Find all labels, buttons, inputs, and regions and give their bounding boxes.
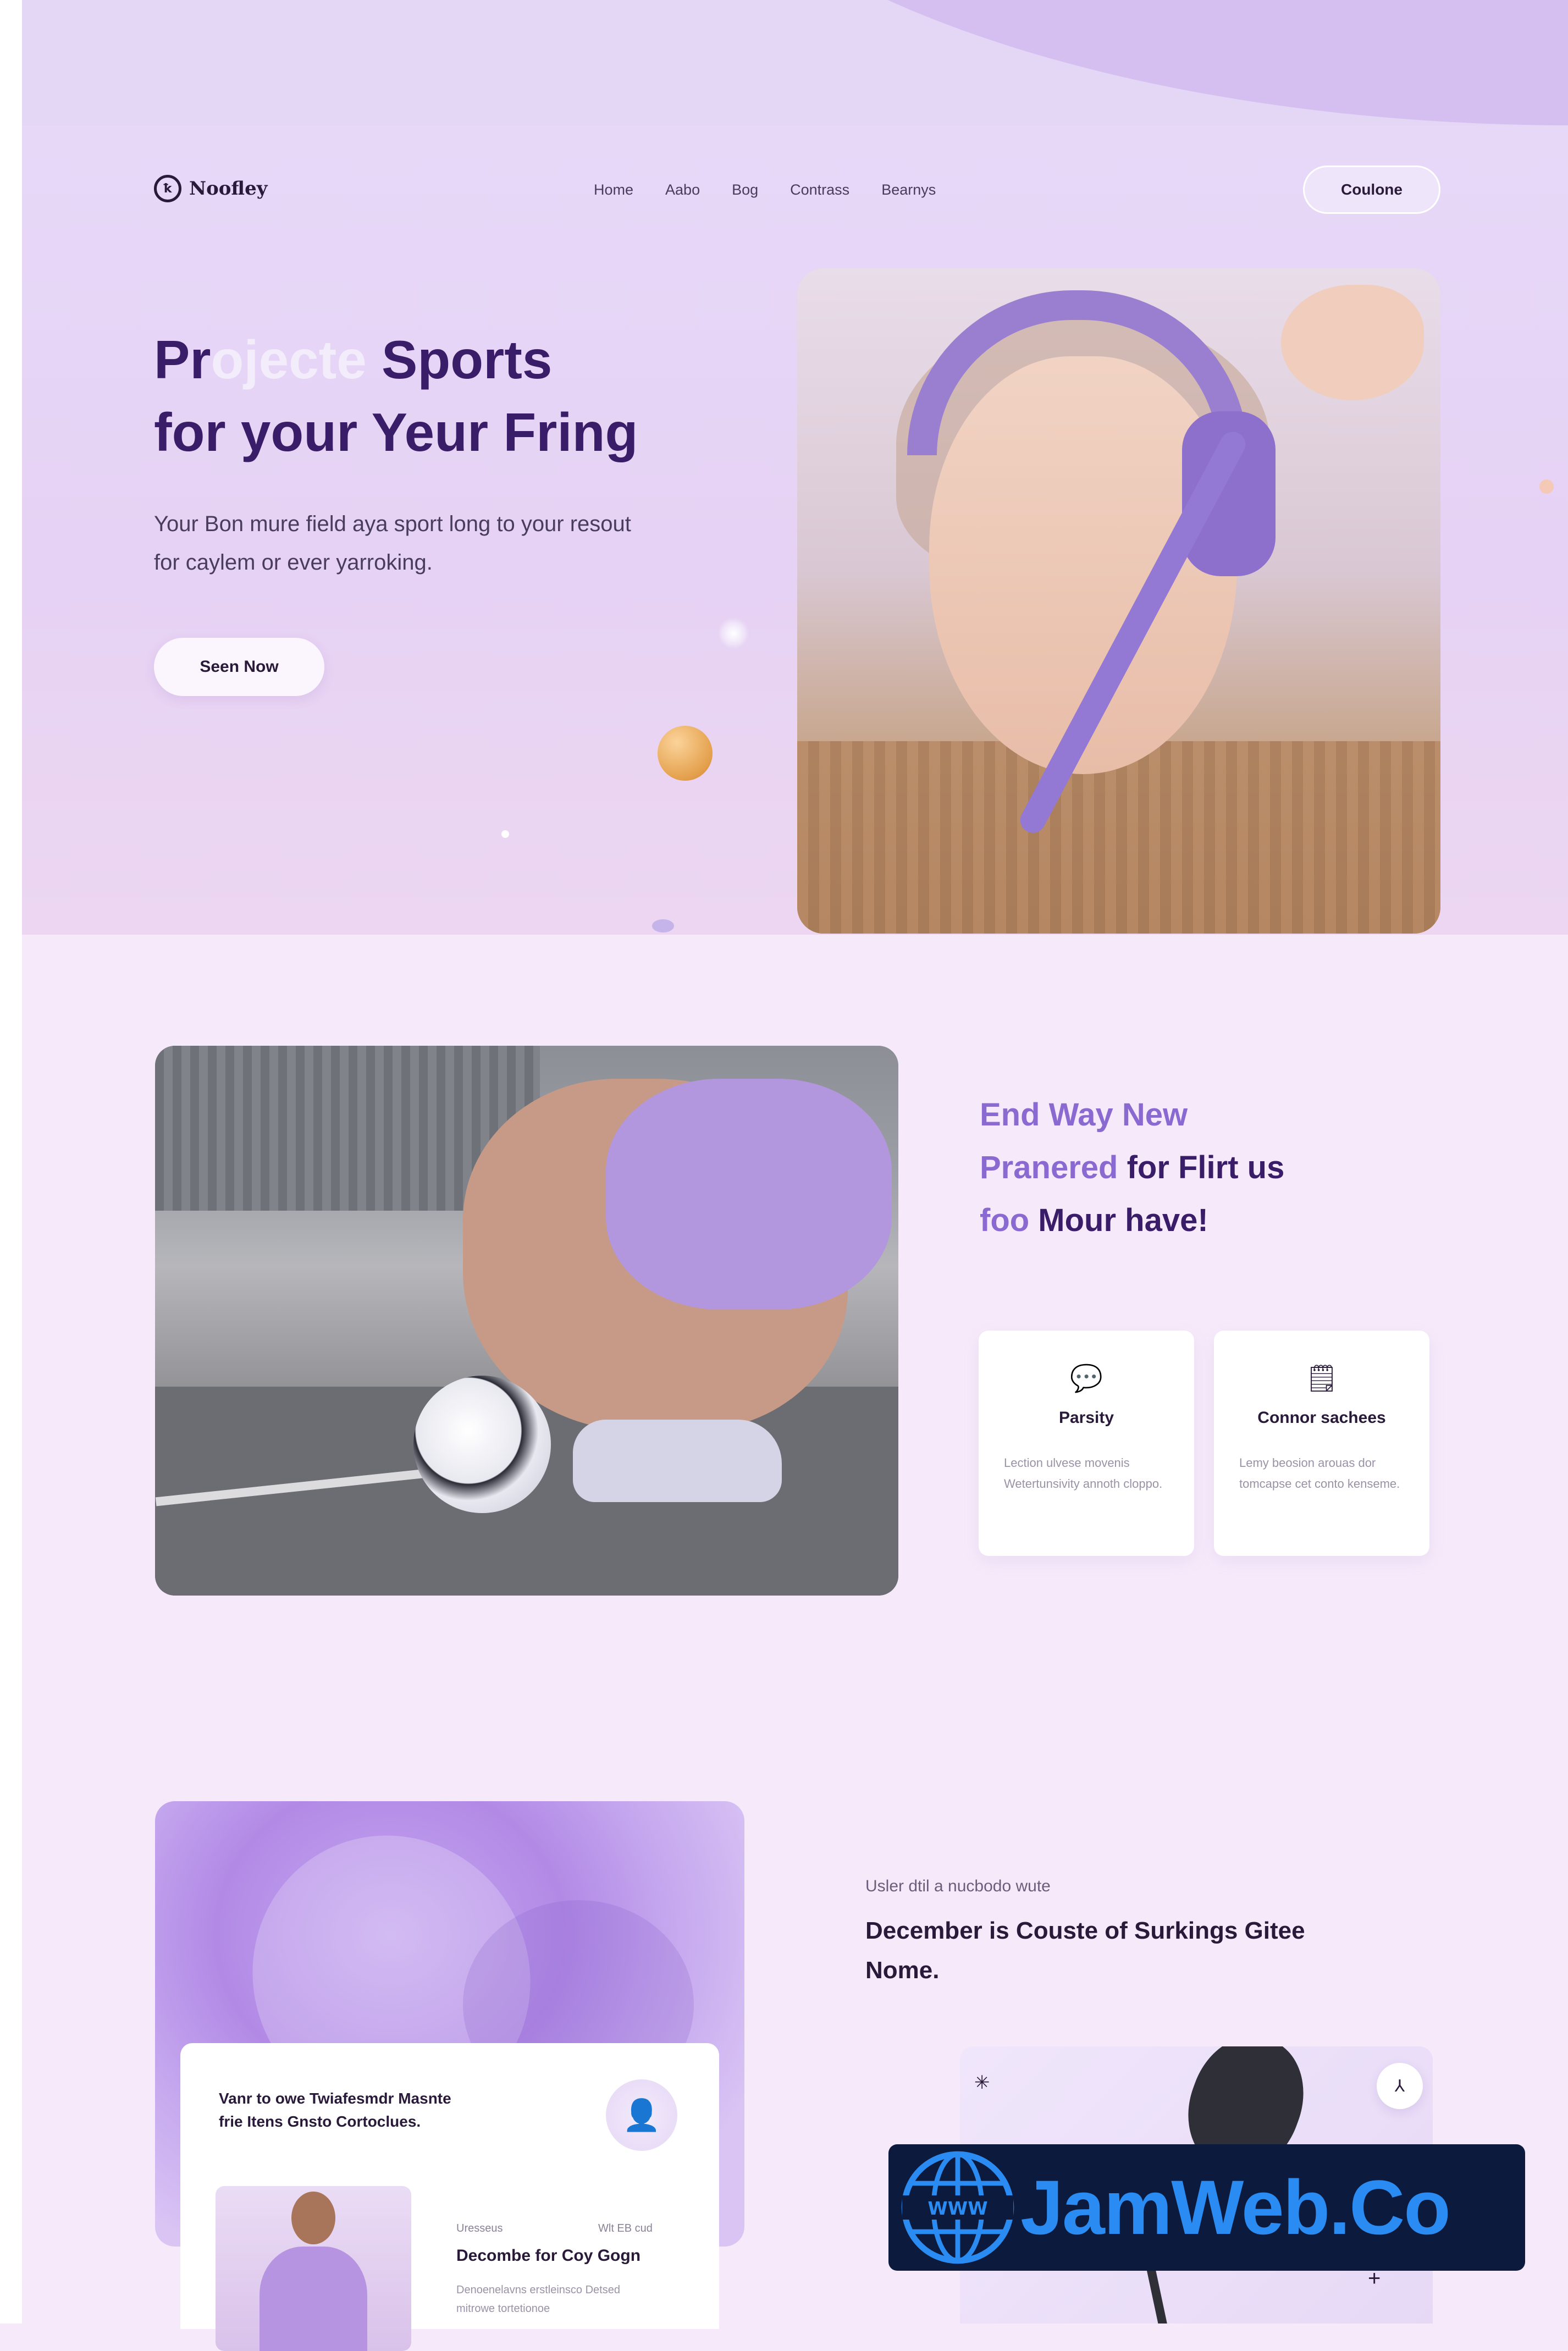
hero-subtitle: Your Bon mure field aya sport long to yo… [154,512,631,575]
top-band [22,0,1568,125]
soccer-ball [413,1376,551,1513]
top-band-blob [638,0,1568,125]
brand-logo[interactable]: ꝁ Noofley [154,175,268,202]
section3-eyebrow: Usler dtil a nucbodo wute [865,1877,1051,1895]
share-button[interactable]: ⅄ [1377,2063,1423,2109]
orange-orb-decoration [658,726,713,781]
feature-title: Parsity [1058,1409,1114,1427]
main-nav: Home Aabo Bog Contrass Bearnys [594,181,936,198]
section2-title-part: for Flirt us [1127,1150,1285,1185]
sparkle-icon: ✳ [974,2072,990,2093]
hero-title-ghost: ojecte [211,329,367,390]
brand-name: Noofley [189,178,268,200]
hero-section: ꝁ Noofley Home Aabo Bog Contrass Bearnys… [22,125,1568,935]
sparkle-decoration [718,618,749,649]
globe-label: WWW [927,2198,987,2219]
hero-shop-button[interactable]: Seen Now [154,638,324,696]
dot-decoration [1539,479,1554,494]
feature-description: Lemy beosion arouas dor tomcapse cet con… [1239,1456,1400,1491]
hero-title-line2: for your Yeur Fring [154,402,638,462]
feature-title: Connor sachees [1257,1409,1386,1427]
globe-icon: WWW [901,2151,1014,2264]
product-meta-right: Wlt EB cud [598,2222,653,2234]
section2-title-part: Mour have! [1038,1202,1208,1238]
nav-item-blog[interactable]: Bog [732,181,758,198]
left-margin [0,0,22,2324]
dot-decoration [501,830,509,838]
feature-card-1[interactable]: 💬 Parsity Lection ulvese movenis Wetertu… [979,1331,1194,1556]
document-icon: 🗒 [1305,1364,1339,1393]
dot-decoration [652,919,674,932]
product-card-description: Denoenelavns erstleinsco Detsed mitrowe … [456,2284,620,2315]
athlete-shoe [573,1420,782,1502]
nav-item-home[interactable]: Home [594,181,633,198]
product-meta-left: Uresseus [456,2222,503,2234]
logo-mark-icon: ꝁ [154,175,181,202]
section2-title-part: Pranered [980,1150,1127,1185]
section3-title: December is Couste of Surkings Gitee Nom… [865,1917,1305,1984]
speech-bubble-icon: 💬 [1070,1364,1103,1393]
section2-title: End Way New Pranered for Flirt us foo Mo… [980,1089,1420,1247]
nav-item-contact[interactable]: Contrass [790,181,849,198]
hero-title-part: Sports [366,329,553,390]
product-card-subtitle: Decombe for Coy Gogn [456,2247,641,2265]
athlete-photo [155,1046,898,1596]
watermark-text: JamWeb.Co [1020,2164,1451,2250]
nav-item-brands[interactable]: Bearnys [881,181,936,198]
nav-item-about[interactable]: Aabo [665,181,700,198]
athlete-top [606,1079,892,1310]
feature-description: Lection ulvese movenis Wetertunsivity an… [1004,1456,1163,1491]
section2-title-part: foo [980,1202,1039,1238]
hero-photo [797,268,1440,934]
photo-table [797,741,1440,934]
hero-title-part: Pr [154,329,211,390]
section2-title-line1: End Way New [980,1097,1188,1133]
product-card-title: Vanr to owe Twiafesmdr Masnte frie Itens… [219,2090,451,2130]
model-portrait [216,2186,411,2351]
photo-hand [1281,285,1424,400]
feature-card-2[interactable]: 🗒 Connor sachees Lemy beosion arouas dor… [1214,1331,1429,1556]
watermark-badge: WWW JamWeb.Co [888,2144,1525,2271]
header-cta-button[interactable]: Coulone [1303,165,1440,214]
avatar: 👤 [606,2079,677,2151]
model-body [260,2247,367,2351]
product-card[interactable]: Vanr to owe Twiafesmdr Masnte frie Itens… [180,2043,719,2351]
hero-title: Projecte Sports for your Yeur Fring [154,323,759,468]
model-head [291,2192,335,2244]
